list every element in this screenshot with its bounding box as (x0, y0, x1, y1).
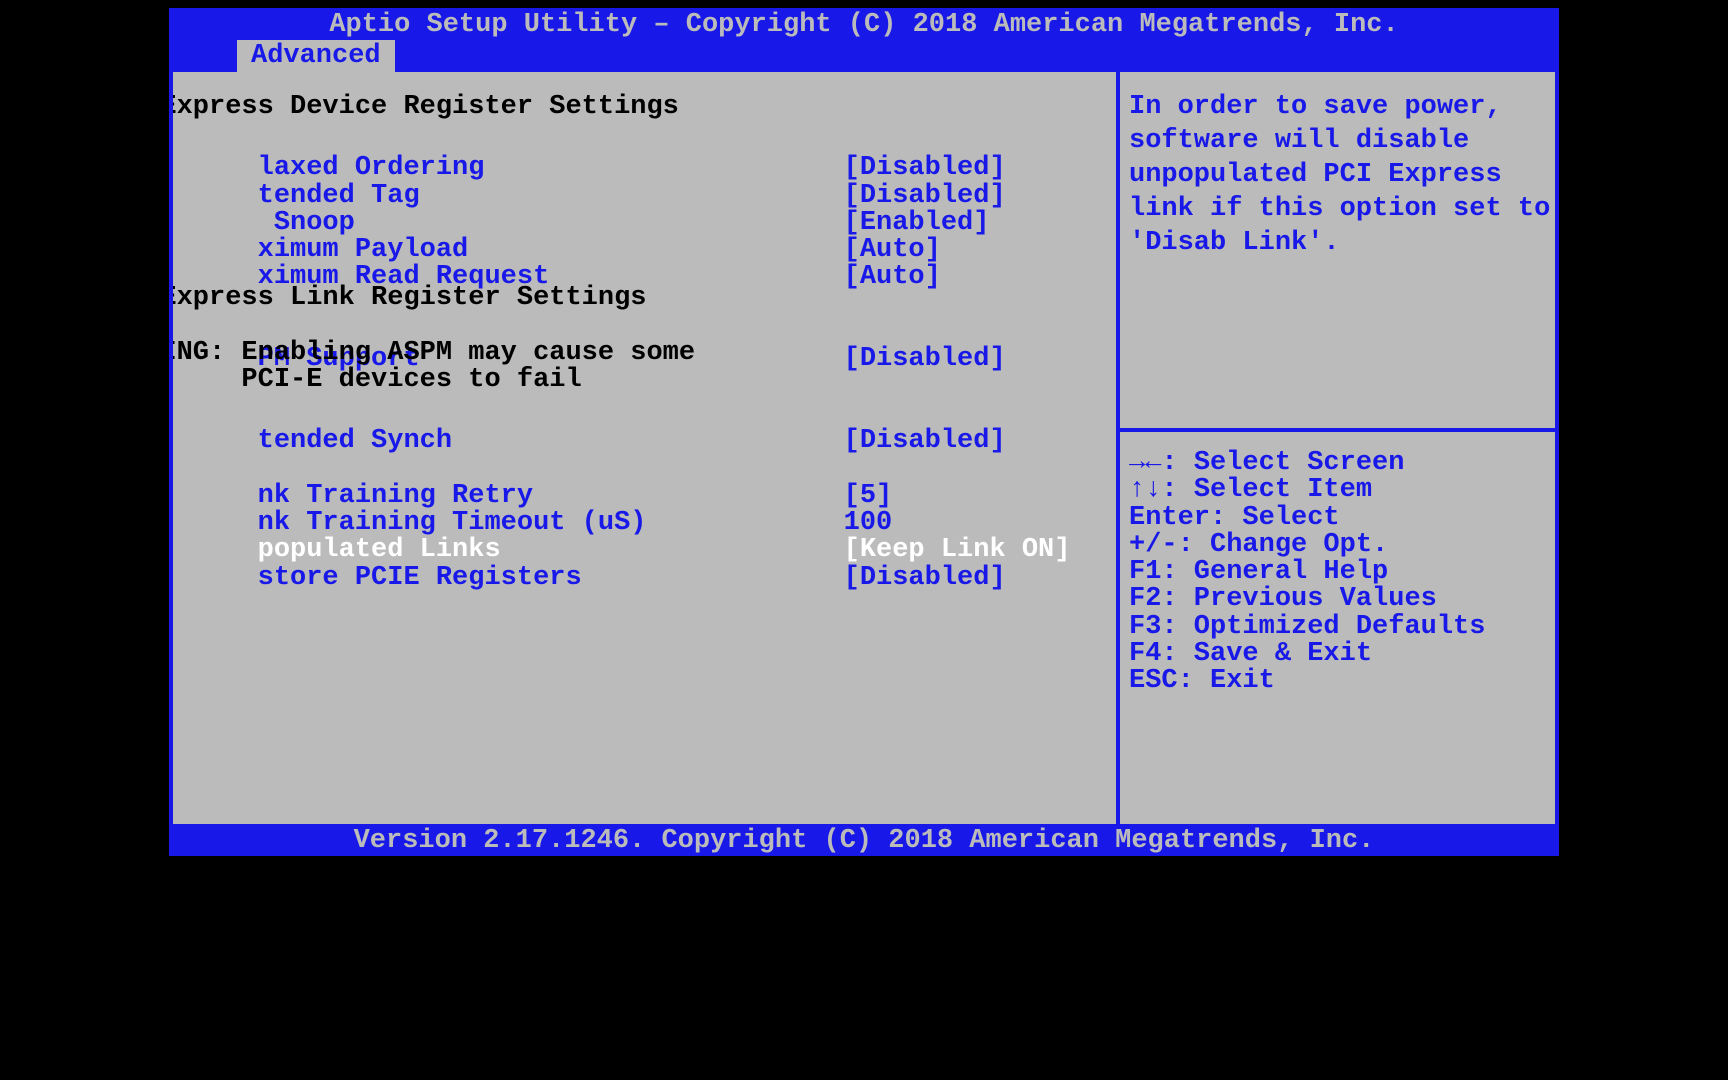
option-value: [Disabled] (844, 342, 1006, 376)
option-label: tended Synch (258, 424, 844, 458)
help-text: In order to save power, software will di… (1129, 90, 1559, 260)
title-text: Aptio Setup Utility – Copyright (C) 2018… (329, 10, 1398, 40)
bios-screen: Aptio Setup Utility – Copyright (C) 2018… (169, 0, 1559, 1080)
legend-f2: F2: Previous Values (1129, 582, 1559, 609)
legend-f1: F1: General Help (1129, 555, 1559, 582)
letterbox-bottom (169, 856, 1559, 1080)
legend-column: →←: Select Screen ↑↓: Select Item Enter:… (1129, 446, 1559, 692)
legend-f4: F4: Save & Exit (1129, 637, 1559, 664)
letterbox-top (169, 0, 1559, 8)
legend-change: +/-: Change Opt. (1129, 528, 1559, 555)
option-label: store PCIE Registers (258, 561, 844, 595)
option-value: [Disabled] (844, 424, 1006, 458)
tab-advanced[interactable]: Advanced (237, 40, 395, 72)
footer-bar: Version 2.17.1246. Copyright (C) 2018 Am… (169, 824, 1559, 856)
main-column: I Express Device Register Settings laxed… (169, 90, 1118, 554)
section-heading: I Express Link Register Settings (169, 281, 1118, 308)
content-frame: I Express Device Register Settings laxed… (169, 72, 1559, 824)
title-bar: Aptio Setup Utility – Copyright (C) 2018… (169, 8, 1559, 40)
legend-f3: F3: Optimized Defaults (1129, 610, 1559, 637)
horizontal-separator (1120, 428, 1559, 432)
option-value: [Disabled] (844, 561, 1006, 595)
footer-text: Version 2.17.1246. Copyright (C) 2018 Am… (354, 826, 1375, 856)
legend-select-screen: →←: Select Screen (1129, 446, 1559, 473)
legend-select-item: ↑↓: Select Item (1129, 473, 1559, 500)
option-value: [Auto] (844, 260, 941, 294)
help-column: In order to save power, software will di… (1129, 90, 1559, 260)
section-heading: I Express Device Register Settings (169, 90, 1118, 117)
tab-row: Advanced (169, 40, 1559, 72)
